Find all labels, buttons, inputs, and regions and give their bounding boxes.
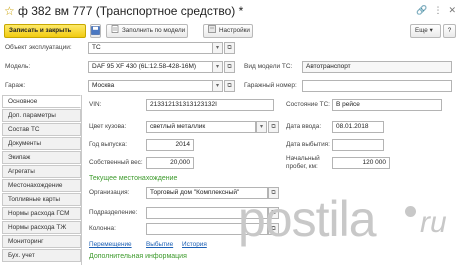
date-in-label: Дата ввода: [286,123,322,130]
save-button[interactable] [90,24,101,38]
open-icon: ⧉ [271,124,276,130]
save-icon [91,26,100,35]
tab-main[interactable]: Основное [2,95,81,108]
model-open-button[interactable]: ⧉ [224,61,235,73]
model-type-label: Вид модели ТС: [244,63,293,70]
open-icon: ⧉ [227,83,232,89]
more-label: Еще [415,27,428,34]
tab-crew[interactable]: Экипаж [2,151,81,164]
garage-number-label: Гаражный номер: [244,82,297,89]
date-out-field[interactable] [332,139,384,151]
tab-accounting[interactable]: Бух. учет [2,249,81,262]
window-controls: 🔗 ⋮ ✕ [416,5,456,16]
tab-fuel-cards[interactable]: Топливные карты [2,193,81,206]
weight-field[interactable]: 20,000 [146,157,194,169]
help-button[interactable]: ? [443,24,456,38]
garage-open-button[interactable]: ⧉ [224,80,235,92]
settings-label: Настройки [219,27,250,34]
open-icon: ⧉ [227,45,232,51]
watermark-suffix: ru [420,206,447,239]
star-icon[interactable]: ☆ [4,4,15,18]
garage-label: Гараж: [5,82,26,89]
tab-extra-params[interactable]: Доп. параметры [2,109,81,122]
garage-number-field[interactable] [302,80,452,92]
tab-documents[interactable]: Документы [2,137,81,150]
link-icon[interactable]: 🔗 [416,5,427,16]
object-dropdown-button[interactable]: ▾ [212,42,223,54]
color-label: Цвет кузова: [89,123,127,130]
location-section-title: Текущее местонахождение [89,175,178,182]
title-bar: ☆ ф 382 вм 777 (Транспортное средство) *… [0,0,460,22]
object-label: Объект эксплуатации: [5,44,72,51]
weight-label: Собственный вес: [89,159,143,166]
model-dropdown-button[interactable]: ▾ [212,61,223,73]
watermark: postila ru [238,168,458,263]
organization-label: Организация: [89,189,130,196]
move-link[interactable]: Перемещение [89,241,132,248]
tab-location[interactable]: Местонахождение [2,179,81,192]
mileage-label-line1: Начальный [286,155,320,162]
more-icon[interactable]: ⋮ [433,5,442,16]
object-open-button[interactable]: ⧉ [224,42,235,54]
status-label: Состояние ТС: [286,101,330,108]
column-label: Колонна: [89,225,116,232]
dispose-link[interactable]: Выбытие [146,241,173,248]
chevron-down-icon: ▾ [259,124,263,130]
fill-by-model-button[interactable]: Заполнить по модели [106,24,188,38]
year-label: Год выпуска: [89,141,127,148]
close-icon[interactable]: ✕ [448,5,456,16]
vin-field[interactable]: 213312131313123132I [146,99,274,111]
document-icon [111,25,119,33]
extra-info-section-title: Дополнительная информация [89,253,187,260]
vin-label: VIN: [89,101,102,108]
watermark-dot [405,206,416,217]
window-title: ф 382 вм 777 (Транспортное средство) * [18,4,244,18]
color-open-button[interactable]: ⧉ [268,121,279,133]
date-out-label: Дата выбытия: [286,141,330,148]
department-label: Подразделение: [89,209,138,216]
model-field[interactable]: DAF 95 XF 430 (6L:12.58-428-16M) [88,61,213,73]
tab-monitoring[interactable]: Мониторинг [2,235,81,248]
settings-button[interactable]: Настройки [203,24,253,38]
side-tabs: Основное Доп. параметры Состав ТС Докуме… [2,95,81,265]
model-type-field: Автотранспорт [302,61,452,73]
status-field[interactable]: В рейсе [332,99,442,111]
model-label: Модель: [5,63,31,70]
object-field[interactable]: ТС [88,42,213,54]
chevron-down-icon: ▾ [429,27,433,34]
date-in-field[interactable]: 08.01.2018 [332,121,384,133]
tab-composition[interactable]: Состав ТС [2,123,81,136]
settings-icon [208,25,216,33]
toolbar: Записать и закрыть Заполнить по модели Н… [0,22,460,40]
chevron-down-icon: ▾ [215,83,219,89]
tab-units[interactable]: Агрегаты [2,165,81,178]
open-icon: ⧉ [227,64,232,70]
garage-field[interactable]: Москва [88,80,213,92]
chevron-down-icon: ▾ [215,64,219,70]
color-field[interactable]: светлый металлик [146,121,256,133]
save-and-close-button[interactable]: Записать и закрыть [4,24,86,38]
fill-by-model-label: Заполнить по модели [122,27,186,34]
chevron-down-icon: ▾ [215,45,219,51]
year-field[interactable]: 2014 [146,139,194,151]
tab-fuel-norms[interactable]: Нормы расхода ГСМ [2,207,81,220]
watermark-text: postila [238,191,377,247]
color-dropdown-button[interactable]: ▾ [256,121,267,133]
more-button[interactable]: Еще ▾ [410,24,441,38]
garage-dropdown-button[interactable]: ▾ [212,80,223,92]
tab-fluid-norms[interactable]: Нормы расхода ТЖ [2,221,81,234]
history-link[interactable]: История [182,241,207,248]
